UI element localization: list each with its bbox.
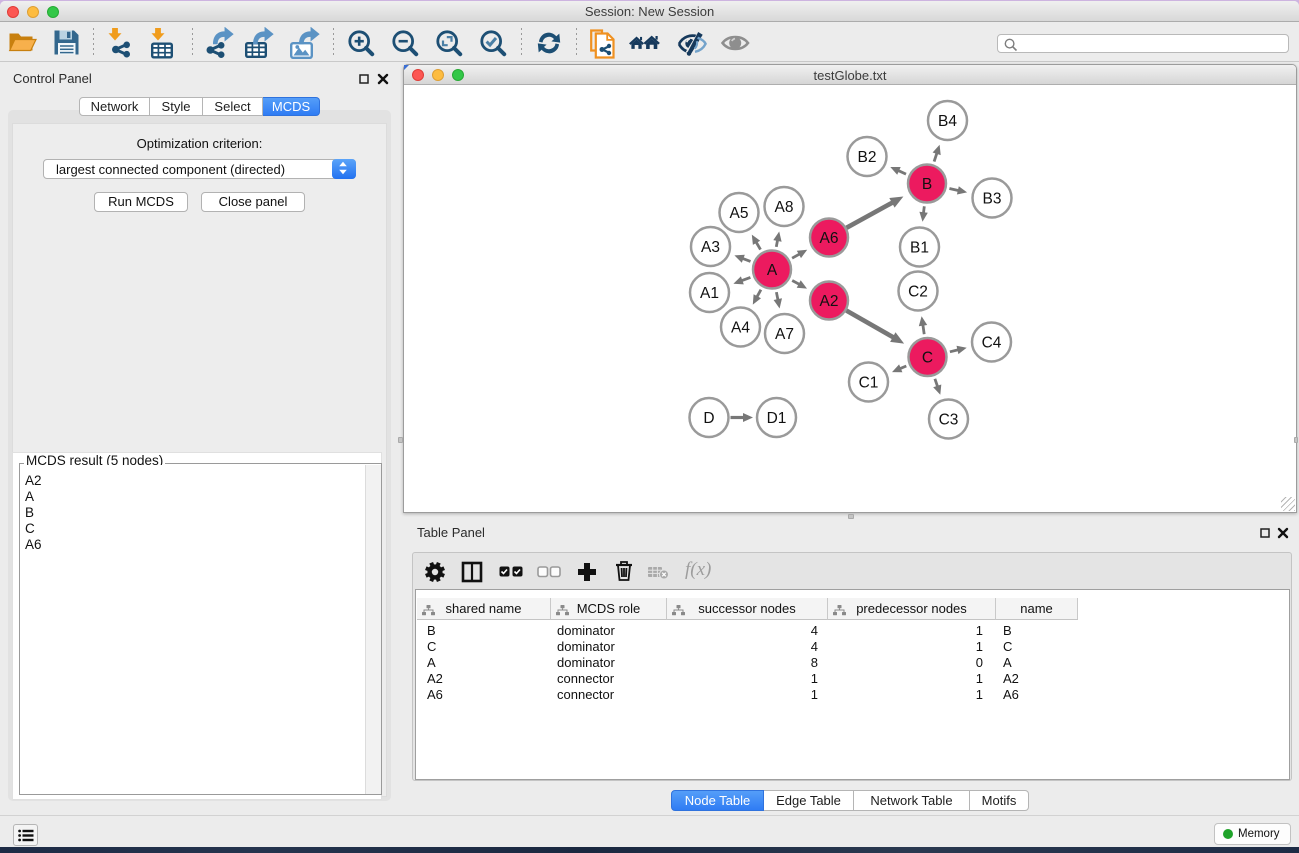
svg-text:A8: A8: [775, 199, 794, 216]
svg-text:C4: C4: [982, 335, 1002, 352]
svg-text:A3: A3: [701, 239, 720, 256]
svg-text:D1: D1: [767, 410, 787, 427]
svg-text:C: C: [922, 350, 933, 367]
svg-text:B4: B4: [938, 113, 957, 130]
svg-text:C2: C2: [908, 284, 928, 301]
svg-text:A5: A5: [730, 205, 749, 222]
svg-text:A2: A2: [820, 293, 839, 310]
svg-text:B2: B2: [858, 149, 877, 166]
svg-text:C1: C1: [859, 375, 879, 392]
svg-text:B1: B1: [910, 240, 929, 257]
svg-text:D: D: [703, 410, 714, 427]
svg-text:B3: B3: [983, 191, 1002, 208]
svg-text:A7: A7: [775, 326, 794, 343]
svg-text:C3: C3: [939, 412, 959, 429]
svg-text:A6: A6: [820, 230, 839, 247]
svg-text:A4: A4: [731, 320, 750, 337]
svg-text:A1: A1: [700, 285, 719, 302]
svg-text:A: A: [767, 262, 778, 279]
svg-text:B: B: [922, 176, 932, 193]
